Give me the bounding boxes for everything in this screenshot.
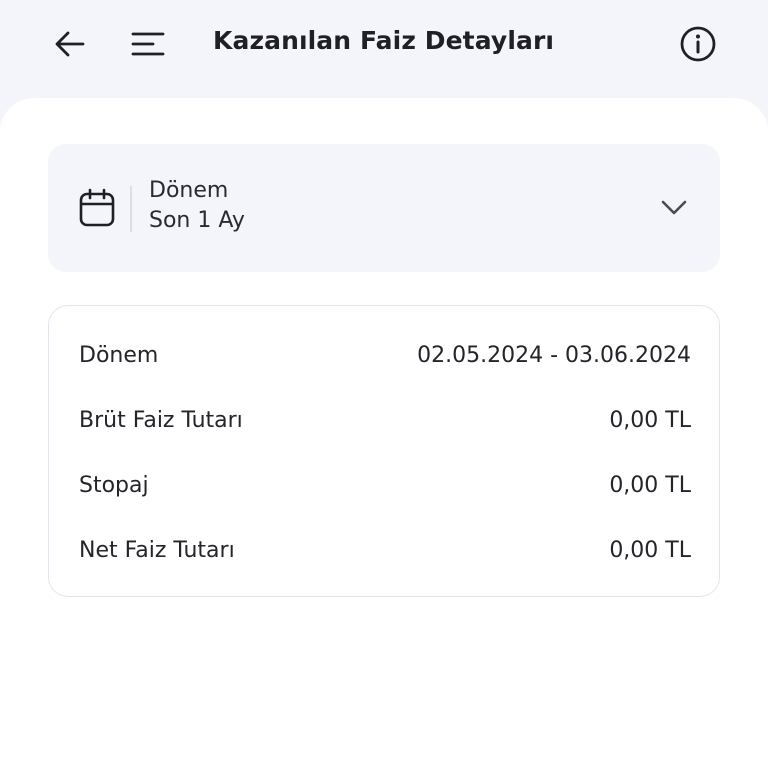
header-bar: Kazanılan Faiz Detayları <box>0 0 768 100</box>
detail-value: 0,00 TL <box>609 537 691 563</box>
vertical-divider <box>130 186 132 232</box>
info-button[interactable] <box>676 22 720 66</box>
detail-label: Stopaj <box>79 472 149 498</box>
detail-row-gross-interest: Brüt Faiz Tutarı 0,00 TL <box>79 404 691 436</box>
page-title: Kazanılan Faiz Detayları <box>213 26 555 55</box>
arrow-left-icon <box>55 31 85 57</box>
content-panel: Dönem Son 1 Ay Dönem 02.05.2024 - 03.06.… <box>0 98 768 768</box>
back-button[interactable] <box>48 22 92 66</box>
info-icon <box>680 26 716 62</box>
chevron-down-icon <box>661 200 687 215</box>
detail-row-withholding: Stopaj 0,00 TL <box>79 469 691 501</box>
period-value: Son 1 Ay <box>149 208 245 233</box>
detail-value: 0,00 TL <box>609 407 691 433</box>
detail-row-net-interest: Net Faiz Tutarı 0,00 TL <box>79 534 691 566</box>
detail-row-period: Dönem 02.05.2024 - 03.06.2024 <box>79 339 691 371</box>
calendar-icon <box>79 188 115 227</box>
detail-label: Net Faiz Tutarı <box>79 537 235 563</box>
detail-value: 0,00 TL <box>609 472 691 498</box>
hamburger-menu-icon <box>131 32 165 56</box>
detail-label: Brüt Faiz Tutarı <box>79 407 243 433</box>
interest-details-card: Dönem 02.05.2024 - 03.06.2024 Brüt Faiz … <box>48 305 720 597</box>
menu-button[interactable] <box>126 22 170 66</box>
detail-label: Dönem <box>79 342 159 368</box>
period-dropdown[interactable]: Dönem Son 1 Ay <box>48 144 720 272</box>
detail-value: 02.05.2024 - 03.06.2024 <box>417 342 691 368</box>
period-label: Dönem <box>149 178 229 203</box>
